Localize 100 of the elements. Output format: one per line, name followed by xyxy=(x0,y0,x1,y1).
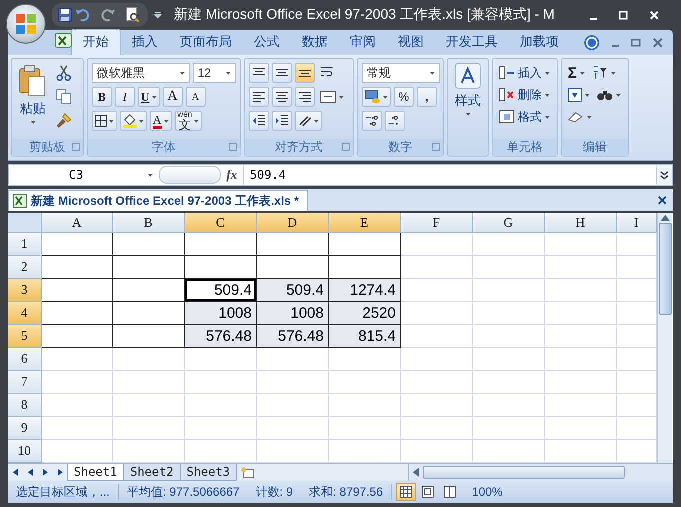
ribbon-tab[interactable]: 开发工具 xyxy=(435,30,509,55)
autosum-button[interactable]: Σ xyxy=(566,63,588,83)
underline-button[interactable]: U xyxy=(138,87,160,107)
ribbon-tab[interactable]: 开始 xyxy=(71,29,121,55)
middle-align-button[interactable] xyxy=(272,63,292,83)
decimal-arrow-icon xyxy=(365,114,379,128)
font-size-field[interactable]: 12 xyxy=(192,63,236,83)
table-cell xyxy=(473,417,545,440)
ribbon-tab[interactable]: 页面布局 xyxy=(169,30,243,55)
window-title: 新建 Microsoft Office Excel 97-2003 工作表.xls [兼容模式] - M xyxy=(174,6,555,24)
column-header[interactable]: G xyxy=(473,213,545,233)
paste-button[interactable]: 粘贴 xyxy=(16,63,50,139)
number-format-field[interactable]: 常规 xyxy=(362,63,440,83)
page-break-icon xyxy=(444,486,456,498)
insert-cells-button[interactable]: 插入 xyxy=(497,63,553,83)
row-header[interactable]: 10 xyxy=(8,440,42,463)
align-center-button[interactable] xyxy=(272,87,292,107)
styles-button[interactable]: 样式 xyxy=(448,59,488,156)
row-header[interactable]: 8 xyxy=(8,394,42,417)
copy-button[interactable] xyxy=(54,87,74,107)
scissors-icon xyxy=(56,65,72,81)
row-header[interactable]: 1 xyxy=(8,233,42,256)
grow-font-button[interactable]: A xyxy=(162,87,183,107)
top-align-button[interactable] xyxy=(249,63,269,83)
workbook-tab[interactable]: 新建 Microsoft Office Excel 97-2003 工作表.xls * xyxy=(8,190,308,211)
row-header[interactable]: 3 xyxy=(8,279,42,302)
new-sheet-icon xyxy=(241,466,256,478)
column-header[interactable]: C xyxy=(185,213,257,233)
row-header[interactable]: 4 xyxy=(8,302,42,325)
ribbon-tab[interactable]: 加载项 xyxy=(509,30,570,55)
ribbon-tab[interactable]: 视图 xyxy=(387,30,435,55)
zoom-level[interactable]: 100% xyxy=(464,485,511,499)
maximize-button[interactable] xyxy=(619,10,628,20)
column-header[interactable]: H xyxy=(545,213,617,233)
bottom-align-button[interactable] xyxy=(295,63,315,83)
name-box[interactable]: C3 xyxy=(9,165,159,185)
font-color-button[interactable]: A xyxy=(150,111,172,131)
caret-icon xyxy=(339,96,344,98)
increase-decimal-button[interactable] xyxy=(362,111,382,131)
increase-indent-button[interactable] xyxy=(272,111,292,131)
help-button[interactable] xyxy=(584,34,600,50)
row-header[interactable]: 7 xyxy=(8,371,42,394)
print-preview-button[interactable] xyxy=(126,7,140,23)
sheet-tab[interactable]: Sheet3 xyxy=(180,464,238,481)
row-header[interactable]: 9 xyxy=(8,417,42,440)
fill-button[interactable] xyxy=(566,85,592,105)
office-button[interactable] xyxy=(6,4,46,44)
table-cell xyxy=(329,417,401,440)
table-cell: 1008 xyxy=(257,302,329,325)
decrease-indent-button[interactable] xyxy=(249,111,269,131)
row-header[interactable]: 2 xyxy=(8,256,42,279)
shrink-font-button[interactable]: A xyxy=(186,87,206,107)
vertical-scrollbar[interactable] xyxy=(657,213,672,463)
currency-button[interactable] xyxy=(362,87,391,107)
ribbon-tab[interactable]: 公式 xyxy=(243,30,291,55)
align-left-button[interactable] xyxy=(249,87,269,107)
decrease-decimal-button[interactable] xyxy=(385,111,405,131)
cut-button[interactable] xyxy=(54,63,74,83)
row-header[interactable]: 6 xyxy=(8,348,42,371)
orientation-button[interactable] xyxy=(295,111,322,131)
delete-cells-button[interactable]: 删除 xyxy=(497,85,553,105)
column-header[interactable]: F xyxy=(401,213,473,233)
format-cells-button[interactable]: 格式 xyxy=(497,107,553,127)
dialog-launcher-icon xyxy=(72,143,80,151)
column-header[interactable]: E xyxy=(329,213,401,233)
styled-letter-icon xyxy=(455,63,481,89)
expand-formula-bar-button[interactable] xyxy=(656,165,672,185)
sort-filter-icon xyxy=(592,66,608,80)
ribbon-tab[interactable]: 插入 xyxy=(121,30,169,55)
insert-function-button[interactable]: fx xyxy=(221,167,243,183)
ribbon-tab[interactable]: 数据 xyxy=(291,30,339,55)
save-button[interactable] xyxy=(58,8,72,22)
italic-button[interactable]: I xyxy=(115,87,135,107)
column-header[interactable]: A xyxy=(42,213,113,233)
column-header[interactable]: D xyxy=(257,213,329,233)
phonetic-button[interactable]: wén 文 xyxy=(174,111,202,131)
sheet-tab[interactable]: Sheet2 xyxy=(123,464,181,481)
percent-button[interactable]: % xyxy=(394,87,414,107)
format-painter-button[interactable] xyxy=(54,111,74,131)
group-label: 单元格 xyxy=(507,139,543,156)
customize-toolbar-button[interactable] xyxy=(154,11,162,19)
column-header[interactable]: B xyxy=(113,213,185,233)
comma-button[interactable]: , xyxy=(417,87,437,107)
fill-color-button[interactable] xyxy=(120,111,147,131)
scrollbar-thumb[interactable] xyxy=(658,223,672,315)
borders-button[interactable] xyxy=(92,111,117,131)
ribbon-tab[interactable]: 审阅 xyxy=(339,30,387,55)
align-right-button[interactable] xyxy=(295,87,315,107)
row-header[interactable]: 5 xyxy=(8,325,42,348)
column-header[interactable]: I xyxy=(617,213,657,233)
bold-button[interactable]: B xyxy=(92,87,112,107)
table-icon xyxy=(499,110,515,124)
sheet-tab[interactable]: Sheet1 xyxy=(67,464,124,481)
restore-button[interactable] xyxy=(631,38,641,47)
table-cell xyxy=(401,325,473,348)
lines-icon xyxy=(275,68,289,78)
font-name-field[interactable]: 微软雅黑 xyxy=(92,63,190,83)
table-cell xyxy=(257,394,329,417)
view-button[interactable] xyxy=(396,483,416,501)
horizontal-scrollbar[interactable] xyxy=(408,464,673,481)
